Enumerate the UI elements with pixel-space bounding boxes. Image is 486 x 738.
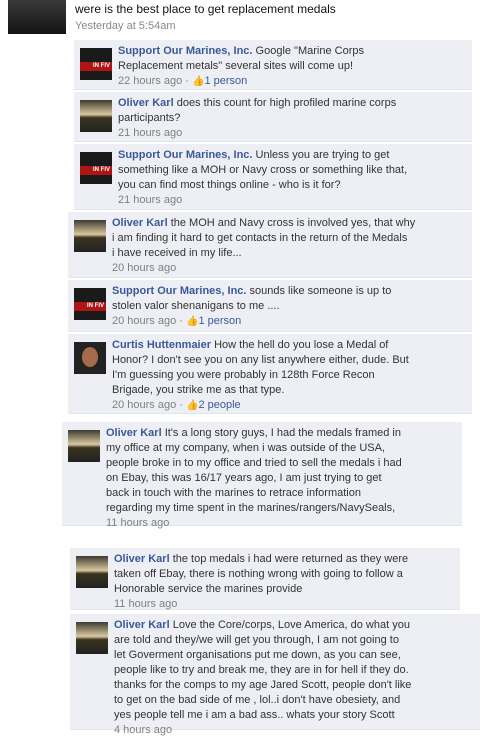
- comment-text: the top medals i had were returned as th…: [172, 553, 409, 565]
- comment-text-line: people broke in to my office and tried t…: [106, 457, 402, 469]
- comment-text-line: on Ebay, this was 16/17 years ago, I am …: [106, 472, 382, 484]
- avatar[interactable]: [76, 622, 108, 654]
- comment-text-line: Honor? I don't see you on any list anywh…: [112, 354, 409, 366]
- comment-author[interactable]: Support Our Marines, Inc.: [112, 285, 246, 297]
- like-icon: 👍: [186, 400, 199, 411]
- comment-text-line: stolen valor shenanigans to me ....: [112, 300, 280, 312]
- comment-author[interactable]: Oliver Karl: [118, 97, 174, 109]
- comment-text-line: regarding my time spent in the marines/r…: [106, 502, 396, 514]
- comment-text: sounds like someone is up to: [249, 285, 392, 297]
- comment-text-line: participants?: [118, 112, 181, 124]
- comment-time[interactable]: 11 hours ago: [114, 598, 177, 610]
- comment-time[interactable]: 4 hours ago: [114, 724, 172, 736]
- like-count[interactable]: 1 person: [198, 315, 241, 327]
- comment-time[interactable]: 21 hours ago: [118, 127, 182, 139]
- comment-text-line: Honorable service the marines provide: [114, 583, 303, 595]
- comment-text-line: my office at my company, when i was outs…: [106, 442, 385, 454]
- comment: Oliver Karl It's a long story guys, I ha…: [62, 422, 462, 529]
- comment-text-line: i am finding it hard to get contacts in …: [112, 232, 408, 244]
- comment-text-line: are told and they/we will get you throug…: [114, 634, 399, 646]
- comment-text: Unless you are trying to get: [255, 149, 390, 161]
- comment: Oliver Karl the MOH and Navy cross is in…: [68, 212, 472, 278]
- comment: IN FIV Support Our Marines, Inc. Unless …: [74, 144, 472, 210]
- comment-author[interactable]: Oliver Karl: [112, 217, 168, 229]
- comment-text-line: thanks for the comps to my age Jared Sco…: [114, 679, 412, 691]
- like-count[interactable]: 1 person: [204, 75, 247, 87]
- comment-time[interactable]: 20 hours ago: [112, 262, 176, 274]
- comment-time[interactable]: 20 hours ago: [112, 315, 176, 327]
- avatar[interactable]: IN FIV: [74, 288, 106, 320]
- avatar[interactable]: IN FIV: [80, 48, 112, 80]
- comment-text: Google "Marine Corps: [255, 45, 364, 57]
- comment-text: It's a long story guys, I had the medals…: [164, 427, 401, 439]
- comment-text-line: let Goverment organisations put me down,…: [114, 649, 401, 661]
- comment-text-line: i have received in my life...: [112, 247, 242, 259]
- post-avatar[interactable]: [8, 0, 66, 34]
- comment-text: does this count for high profiled marine…: [176, 97, 397, 109]
- post-timestamp[interactable]: Yesterday at 5:54am: [75, 20, 176, 32]
- comment-text-line: yes people tell me i am a bad ass.. what…: [114, 709, 395, 721]
- like-count[interactable]: 2 people: [198, 399, 240, 411]
- comment-time[interactable]: 22 hours ago: [118, 75, 182, 87]
- like-icon: 👍: [186, 316, 199, 327]
- comment-time[interactable]: 11 hours ago: [106, 517, 169, 529]
- comment-time[interactable]: 21 hours ago: [118, 194, 182, 206]
- comment-author[interactable]: Support Our Marines, Inc.: [118, 45, 252, 57]
- comment: IN FIV Support Our Marines, Inc. Google …: [74, 40, 472, 90]
- comment-author[interactable]: Oliver Karl: [106, 427, 162, 439]
- comment: Oliver Karl Love the Core/corps, Love Am…: [70, 614, 480, 736]
- comment-text-line: something like a MOH or Navy cross or so…: [118, 164, 408, 176]
- comment: Oliver Karl the top medals i had were re…: [70, 548, 460, 610]
- comment-author[interactable]: Oliver Karl: [114, 619, 170, 631]
- comment-author[interactable]: Support Our Marines, Inc.: [118, 149, 252, 161]
- comment-text-line: you can find most things online - who is…: [118, 179, 341, 191]
- comment-time[interactable]: 20 hours ago: [112, 399, 176, 411]
- comment-author[interactable]: Curtis Huttenmaier: [112, 339, 211, 351]
- comment-text: How the hell do you lose a Medal of: [214, 339, 389, 351]
- comment-author[interactable]: Oliver Karl: [114, 553, 170, 565]
- avatar[interactable]: [80, 100, 112, 132]
- avatar[interactable]: [76, 556, 108, 588]
- comment-text-line: Replacement metals" several sites will c…: [118, 60, 353, 72]
- avatar[interactable]: IN FIV: [80, 152, 112, 184]
- comment: Oliver Karl does this count for high pro…: [74, 92, 472, 142]
- comment: IN FIV Support Our Marines, Inc. sounds …: [68, 280, 472, 332]
- comment-text-line: Brigade, you strike me as that type.: [112, 384, 285, 396]
- comment-text: Love the Core/corps, Love America, do wh…: [172, 619, 410, 631]
- comment-text-line: to get on the bad side of me , lol..i do…: [114, 694, 401, 706]
- comment-text-line: people like to try and break me, they ar…: [114, 664, 409, 676]
- avatar[interactable]: [68, 430, 100, 462]
- comment-text: the MOH and Navy cross is involved yes, …: [170, 217, 416, 229]
- comment-text-line: I'm guessing you were probably in 128th …: [112, 369, 375, 381]
- avatar[interactable]: [74, 342, 106, 374]
- comment-text-line: back in touch with the marines to retrac…: [106, 487, 361, 499]
- comment-text-line: taken off Ebay, there is nothing wrong w…: [114, 568, 403, 580]
- like-icon: 👍: [192, 76, 205, 87]
- avatar[interactable]: [74, 220, 106, 252]
- post-text: were is the best place to get replacemen…: [75, 2, 336, 16]
- comment: Curtis Huttenmaier How the hell do you l…: [68, 334, 472, 414]
